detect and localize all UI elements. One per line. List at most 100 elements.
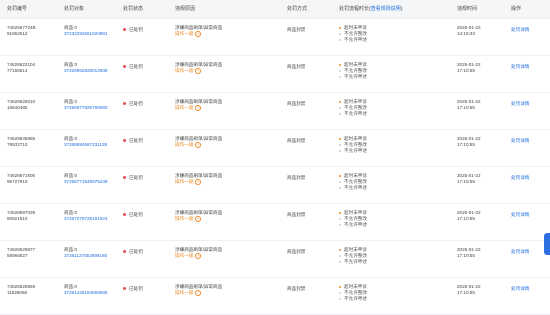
step-item: 不允许申述: [339, 296, 367, 302]
help-circle-icon[interactable]: ?: [195, 105, 202, 111]
step-label: 不允许整改: [344, 216, 367, 221]
step-label: 超时未申诉: [344, 284, 367, 289]
step-label: 不允许整改: [344, 68, 367, 73]
col-steps-prefix: 处罚流程时长(: [339, 6, 371, 12]
reason-level-text: 操作一级: [175, 179, 194, 185]
reason-level: 操作一级?: [175, 68, 222, 74]
step-dot-icon: [339, 297, 341, 300]
penalty-id-line2: 91652612: [7, 31, 28, 36]
violation-reason: 涉嫌商品刷单/异常商品 操作一级?: [175, 136, 222, 148]
step-item: 不允许申述: [339, 148, 367, 154]
step-dot-icon: [339, 149, 341, 152]
violation-reason: 涉嫌商品刷单/异常商品 操作一级?: [175, 173, 222, 185]
table-row: 74628628559 11628066 商品:0 37261426164558695…: [0, 278, 550, 315]
rules-link[interactable]: 查看规则说明: [371, 6, 401, 12]
violation-clock: 17:10:55: [457, 105, 475, 110]
help-circle-icon[interactable]: ?: [195, 216, 202, 222]
reason-level-text: 操作一级: [175, 216, 194, 222]
step-label: 不允许整改: [344, 253, 367, 258]
step-label: 不允许整改: [344, 142, 367, 147]
step-label: 不允许申述: [344, 37, 367, 42]
violation-reason: 涉嫌商品刷单/异常商品 操作一级?: [175, 25, 222, 37]
status-text: 已处罚: [129, 101, 143, 106]
status-badge: 已处罚: [123, 64, 143, 70]
reason-level: 操作一级?: [175, 105, 222, 111]
help-circle-icon[interactable]: ?: [195, 31, 202, 37]
penalty-object: 商品:0 37226962625012608: [64, 62, 107, 74]
penalty-steps: 超时未申诉 不允许整改 不允许申述: [339, 210, 367, 228]
step-dot-icon: [339, 248, 341, 251]
step-label: 不允许申述: [344, 296, 367, 301]
object-id-link[interactable]: 37267279725191924: [64, 216, 107, 222]
penalty-detail-link[interactable]: 处罚详情: [511, 286, 529, 292]
status-text: 已处罚: [129, 212, 143, 217]
status-dot-icon: [123, 102, 126, 106]
step-dot-icon: [339, 180, 341, 183]
penalty-id: 74628671500 95727910: [7, 173, 35, 185]
step-label: 不允许申述: [344, 259, 367, 264]
object-id-link[interactable]: 37266771549975449: [64, 179, 107, 185]
table-row: 74628697039 80921610 商品:0 37267279725191924…: [0, 204, 550, 241]
object-id-link[interactable]: 37261127552899185: [64, 253, 107, 259]
penalty-method: 商品封禁: [287, 138, 306, 143]
step-label: 不允许申述: [344, 148, 367, 153]
penalty-detail-link[interactable]: 处罚详情: [511, 138, 529, 144]
reason-level-text: 操作一级: [175, 290, 194, 296]
violation-clock: 17:10:55: [457, 142, 475, 147]
penalty-id-line2: 77155614: [7, 68, 28, 73]
object-id-link[interactable]: 37266977825768080: [64, 105, 107, 111]
penalty-detail-link[interactable]: 处罚详情: [511, 64, 529, 70]
status-dot-icon: [123, 213, 126, 217]
object-id-link[interactable]: 37232292661020981: [64, 31, 107, 37]
penalty-id: 74628625010 16640485: [7, 99, 35, 111]
status-text: 已处罚: [129, 249, 143, 254]
help-circle-icon[interactable]: ?: [195, 290, 202, 296]
violation-clock: 17:10:55: [457, 216, 475, 221]
table-row: 74628622104 77155614 商品:0 37226962625012608…: [0, 56, 550, 93]
table-header: 处罚编号 处罚对象 处罚状态 违规原因 处罚方式 处罚流程时长(查看规则说明) …: [0, 0, 550, 19]
penalty-steps: 超时未申诉 不允许整改 不允许申述: [339, 25, 367, 43]
violation-time: 2025-01-23 14:15:33: [457, 25, 481, 37]
step-dot-icon: [339, 38, 341, 41]
col-op-header: 操作: [511, 6, 522, 12]
penalty-id: 74628697039 80921610: [7, 210, 35, 222]
status-badge: 已处罚: [123, 249, 143, 255]
help-circle-icon[interactable]: ?: [195, 68, 202, 74]
violation-time: 2025-01-22 17:10:55: [457, 247, 481, 259]
step-dot-icon: [339, 100, 341, 103]
table-row: 7462567724B 91652612 商品:0 37232292661020981…: [0, 19, 550, 56]
penalty-detail-link[interactable]: 处罚详情: [511, 212, 529, 218]
status-dot-icon: [123, 139, 126, 143]
reason-level: 操作一级?: [175, 216, 222, 222]
table-row: 74628629877 58966827 商品:0 37261127552899185…: [0, 241, 550, 278]
help-circle-icon[interactable]: ?: [195, 142, 202, 148]
penalty-steps: 超时未申诉 不允许整改 不允许申述: [339, 62, 367, 80]
help-circle-icon[interactable]: ?: [195, 253, 202, 259]
status-badge: 已处罚: [123, 212, 143, 218]
penalty-detail-link[interactable]: 处罚详情: [511, 27, 529, 33]
object-id-link[interactable]: 37261426164558695: [64, 290, 107, 296]
col-method-header: 处罚方式: [287, 6, 308, 12]
step-dot-icon: [339, 174, 341, 177]
object-id-link[interactable]: 37268694597231138: [64, 142, 107, 148]
step-label: 超时未申诉: [344, 25, 367, 30]
status-badge: 已处罚: [123, 101, 143, 107]
floating-side-button[interactable]: [544, 233, 550, 255]
step-label: 不允许整改: [344, 290, 367, 295]
penalty-steps: 超时未申诉 不允许整改 不允许申述: [339, 247, 367, 265]
step-label: 超时未申诉: [344, 210, 367, 215]
penalty-id-line2: 80921610: [7, 216, 28, 221]
object-id-link[interactable]: 37226962625012608: [64, 68, 107, 74]
penalty-object: 商品:0 37267279725191924: [64, 210, 107, 222]
step-label: 超时未申诉: [344, 62, 367, 67]
reason-level-text: 操作一级: [175, 253, 194, 259]
status-text: 已处罚: [129, 138, 143, 143]
help-circle-icon[interactable]: ?: [195, 179, 202, 185]
step-dot-icon: [339, 137, 341, 140]
penalty-method: 商品封禁: [287, 249, 306, 254]
col-steps-suffix: ): [400, 6, 403, 12]
penalty-detail-link[interactable]: 处罚详情: [511, 175, 529, 181]
penalty-detail-link[interactable]: 处罚详情: [511, 249, 529, 255]
penalty-detail-link[interactable]: 处罚详情: [511, 101, 529, 107]
reason-level: 操作一级?: [175, 31, 222, 37]
